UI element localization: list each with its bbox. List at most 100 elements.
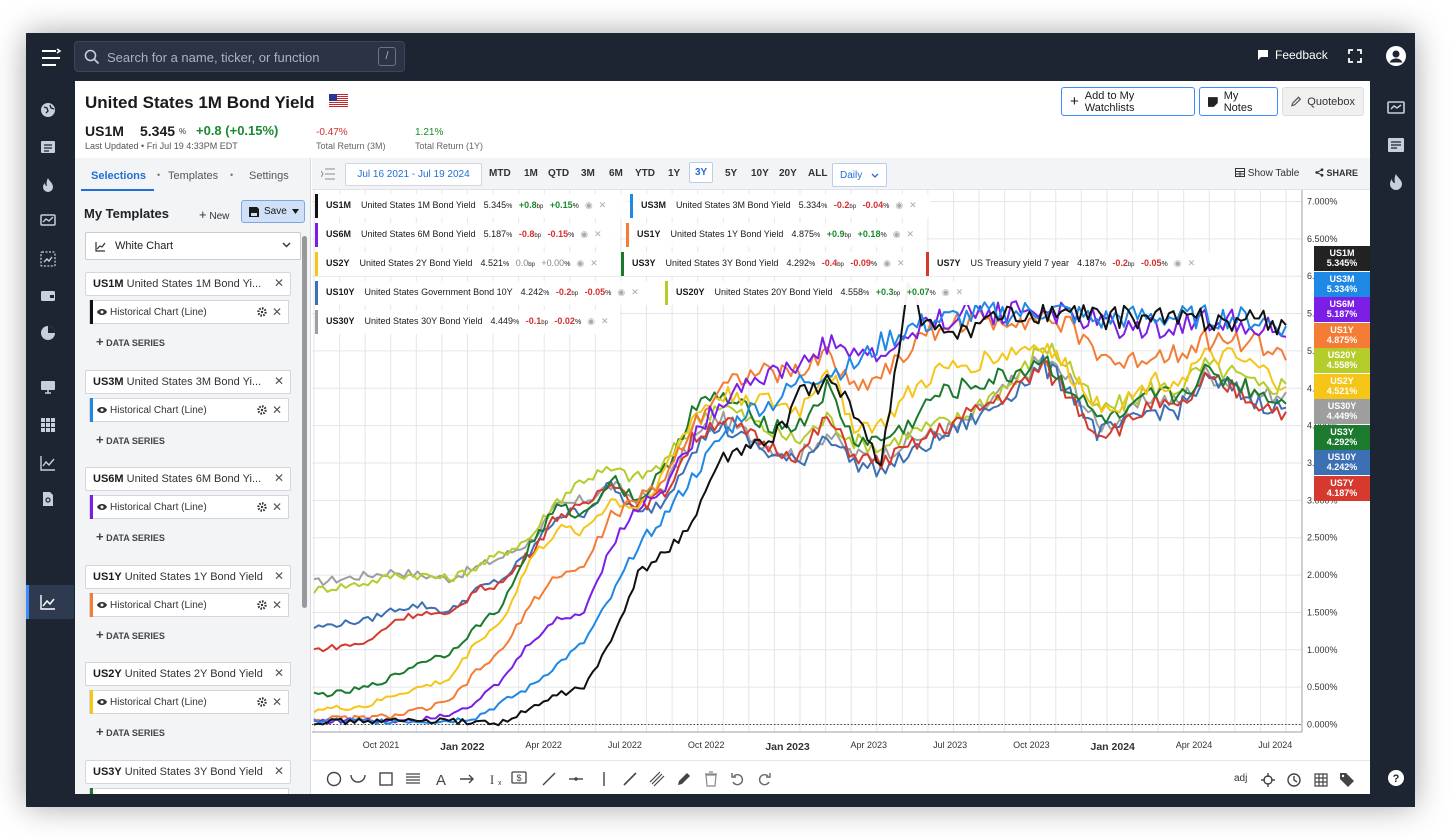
legend-item-us30y[interactable]: US30Y United States 30Y Bond Yield 4.449% … xyxy=(315,310,620,334)
trending-fire-icon[interactable] xyxy=(1387,173,1405,191)
search-box[interactable]: Search for a name, ticker, or function / xyxy=(74,41,405,72)
feedback-button[interactable]: Feedback xyxy=(1257,48,1328,62)
hide-series-icon[interactable]: ◉ xyxy=(942,287,950,297)
line-chart-icon[interactable] xyxy=(40,455,56,471)
range-button-qtd[interactable]: QTD xyxy=(548,168,569,179)
dashboard-icon[interactable] xyxy=(40,213,56,229)
globe-icon[interactable] xyxy=(40,102,56,118)
remove-series-icon[interactable]: ✕ xyxy=(274,764,284,778)
ray-tool-icon[interactable] xyxy=(622,771,638,787)
pie-chart-icon[interactable] xyxy=(40,325,56,341)
circle-tool-icon[interactable] xyxy=(326,771,342,787)
text-tool-icon[interactable]: A xyxy=(433,771,449,787)
series-chart-type[interactable]: Historical Chart (Line)✕ xyxy=(89,592,289,617)
template-select[interactable]: White Chart xyxy=(85,232,301,260)
remove-series-icon[interactable]: ✕ xyxy=(909,200,917,210)
hide-series-icon[interactable]: ◉ xyxy=(883,258,891,268)
quotebox-button[interactable]: Quotebox xyxy=(1282,87,1364,116)
range-button-20y[interactable]: 20Y xyxy=(779,168,797,179)
document-search-icon[interactable] xyxy=(40,491,56,507)
hide-series-icon[interactable]: ◉ xyxy=(585,200,593,210)
series-chart-type[interactable]: Historical Chart (Line)✕ xyxy=(89,690,289,714)
vertical-line-tool-icon[interactable] xyxy=(596,771,612,787)
user-avatar-icon[interactable] xyxy=(1386,46,1406,66)
tag-icon[interactable] xyxy=(1339,772,1355,788)
hide-series-icon[interactable]: ◉ xyxy=(587,316,595,326)
series-chart-type[interactable]: Historical Chart (Line)✕ xyxy=(89,787,289,795)
legend-item-us1m[interactable]: US1M United States 1M Bond Yield 5.345% +0… xyxy=(315,194,627,218)
grid-icon[interactable] xyxy=(40,417,56,433)
range-button-10y[interactable]: 10Y xyxy=(751,168,769,179)
hide-series-icon[interactable]: ◉ xyxy=(617,287,625,297)
interval-select[interactable]: Daily xyxy=(832,163,887,187)
save-button[interactable]: Save xyxy=(241,200,305,223)
remove-series-icon[interactable]: ✕ xyxy=(274,276,284,290)
remove-series-icon[interactable]: ✕ xyxy=(907,229,915,239)
price-label-tool-icon[interactable]: Ix xyxy=(486,771,502,787)
show-table-button[interactable]: Show Table xyxy=(1235,168,1299,179)
range-button-3y[interactable]: 3Y xyxy=(689,162,714,183)
series-card-header[interactable]: US6M United States 6M Bond Yi... ✕ xyxy=(85,467,291,491)
series-card-header[interactable]: US1Y United States 1Y Bond Yield ✕ xyxy=(85,564,291,589)
channel-tool-icon[interactable] xyxy=(649,771,665,787)
visibility-eye-icon[interactable] xyxy=(97,601,107,609)
remove-chart-icon[interactable]: ✕ xyxy=(272,500,282,514)
legend-item-us7y[interactable]: US7Y US Treasury yield 7 year 4.187% -0.2b… xyxy=(926,252,1211,276)
remove-chart-icon[interactable]: ✕ xyxy=(272,305,282,319)
remove-series-icon[interactable]: ✕ xyxy=(601,316,609,326)
fire-icon[interactable] xyxy=(40,177,56,193)
legend-item-us2y[interactable]: US2Y United States 2Y Bond Yield 4.521% 0.… xyxy=(315,252,615,276)
grid-toggle-icon[interactable] xyxy=(1313,772,1329,788)
remove-chart-icon[interactable]: ✕ xyxy=(272,598,282,612)
settings-gear-icon[interactable] xyxy=(257,599,267,610)
range-button-ytd[interactable]: YTD xyxy=(635,168,655,179)
remove-series-icon[interactable]: ✕ xyxy=(274,374,284,388)
hide-series-icon[interactable]: ◉ xyxy=(576,258,584,268)
trend-icon[interactable] xyxy=(40,251,56,267)
redo-icon[interactable] xyxy=(756,771,772,787)
fullscreen-icon[interactable] xyxy=(1348,49,1362,63)
range-button-3m[interactable]: 3M xyxy=(581,168,595,179)
remove-series-icon[interactable]: ✕ xyxy=(274,471,284,485)
range-button-5y[interactable]: 5Y xyxy=(725,168,737,179)
settings-gear-icon[interactable] xyxy=(257,697,267,707)
remove-series-icon[interactable]: ✕ xyxy=(897,258,905,268)
range-button-1m[interactable]: 1M xyxy=(524,168,538,179)
series-card-header[interactable]: US1M United States 1M Bond Yi... ✕ xyxy=(85,272,291,296)
range-button-1y[interactable]: 1Y xyxy=(668,168,680,179)
remove-series-icon[interactable]: ✕ xyxy=(599,200,607,210)
remove-series-icon[interactable]: ✕ xyxy=(274,666,284,680)
remove-series-icon[interactable]: ✕ xyxy=(1188,258,1196,268)
add-data-series-button[interactable]: + DATA SERIES xyxy=(96,627,165,642)
legend-item-us20y[interactable]: US20Y United States 20Y Bond Yield 4.558% … xyxy=(665,281,977,305)
price-note-tool-icon[interactable]: $ xyxy=(511,771,527,787)
undo-icon[interactable] xyxy=(730,771,746,787)
visibility-eye-icon[interactable] xyxy=(97,406,107,414)
tab-templates[interactable]: Templates xyxy=(168,170,218,182)
remove-series-icon[interactable]: ✕ xyxy=(590,258,598,268)
series-chart-type[interactable]: Historical Chart (Line)✕ xyxy=(89,300,289,324)
tab-selections[interactable]: Selections xyxy=(91,170,146,182)
left-panel-scrollbar[interactable] xyxy=(302,236,307,608)
news-feed-icon[interactable] xyxy=(1387,136,1405,154)
arrow-tool-icon[interactable] xyxy=(459,771,475,787)
series-card-header[interactable]: US2Y United States 2Y Bond Yield ✕ xyxy=(85,662,291,686)
search-input[interactable]: Search for a name, ticker, or function xyxy=(107,50,319,65)
rectangle-tool-icon[interactable] xyxy=(378,771,394,787)
series-chart-type[interactable]: Historical Chart (Line)✕ xyxy=(89,495,289,519)
legend-item-us3y[interactable]: US3Y United States 3Y Bond Yield 4.292% -0… xyxy=(621,252,919,276)
visibility-eye-icon[interactable] xyxy=(97,698,107,706)
fibonacci-tool-icon[interactable] xyxy=(405,771,421,787)
series-card-header[interactable]: US3Y United States 3Y Bond Yield ✕ xyxy=(85,759,291,784)
wallet-icon[interactable] xyxy=(40,288,56,304)
trash-icon[interactable] xyxy=(703,771,719,787)
tab-settings[interactable]: Settings xyxy=(249,170,289,182)
add-data-series-button[interactable]: + DATA SERIES xyxy=(96,334,165,349)
quote-monitor-icon[interactable] xyxy=(1387,100,1405,118)
remove-chart-icon[interactable]: ✕ xyxy=(272,695,282,709)
remove-chart-icon[interactable]: ✕ xyxy=(272,793,282,795)
help-icon[interactable]: ? xyxy=(1387,769,1405,787)
trendline-tool-icon[interactable] xyxy=(541,771,557,787)
hide-series-icon[interactable]: ◉ xyxy=(1174,258,1182,268)
pencil-tool-icon[interactable] xyxy=(676,771,692,787)
